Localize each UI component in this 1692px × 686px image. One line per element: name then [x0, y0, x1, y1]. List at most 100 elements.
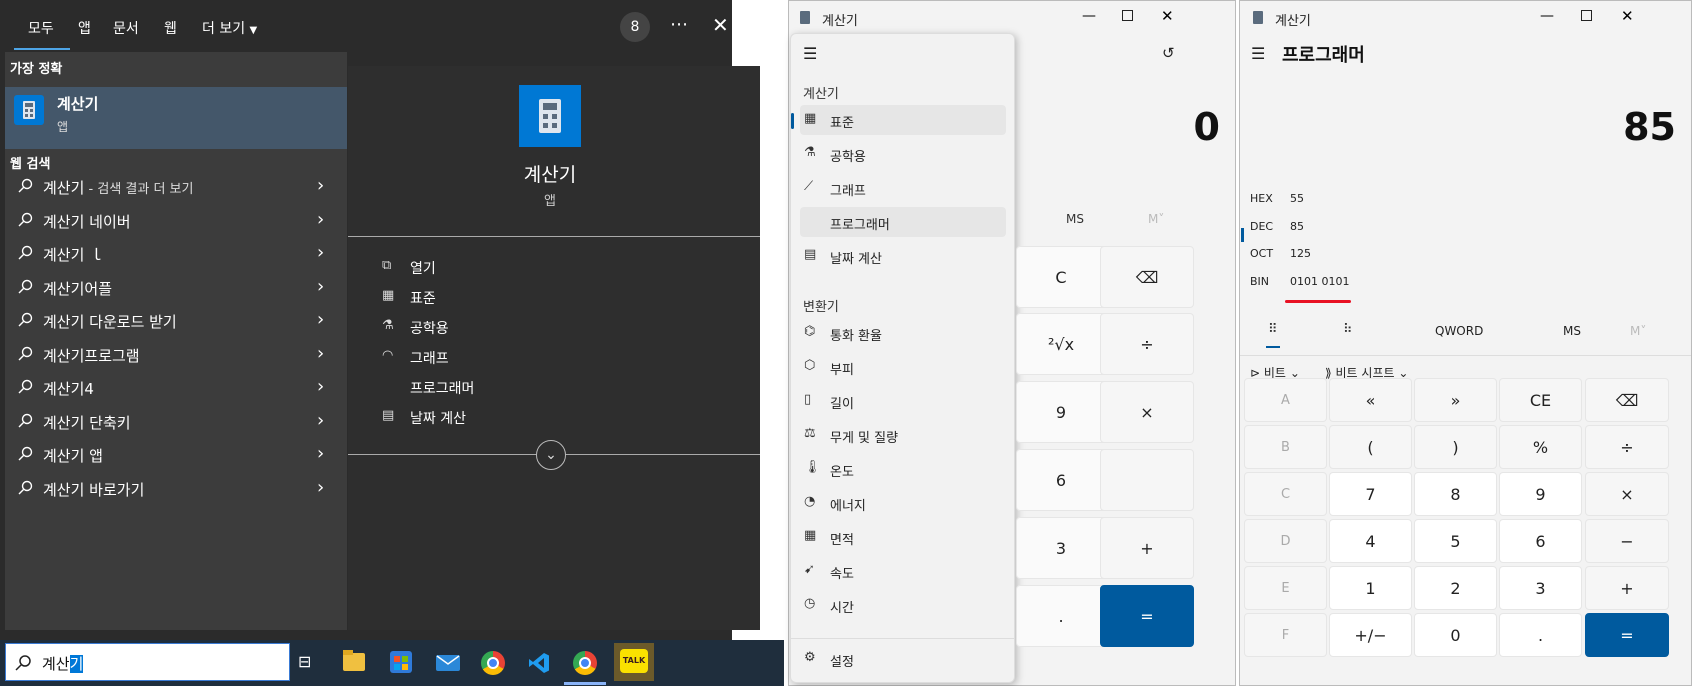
keypad-button[interactable]: 0 [1414, 613, 1497, 657]
keypad-button[interactable]: 4 [1329, 519, 1412, 563]
clear-button[interactable]: C [1016, 246, 1106, 308]
memory-list-button[interactable]: M˅ [1148, 212, 1164, 226]
vscode-icon[interactable] [527, 651, 551, 675]
web-result-item[interactable]: 계산기 단축키 › [5, 404, 347, 438]
menu-item-converter[interactable]: ⬡ 부피 [800, 352, 1006, 382]
keypad-button[interactable]: 5 [1414, 519, 1497, 563]
points-badge[interactable]: 8 [620, 12, 650, 42]
keypad-button[interactable]: × [1585, 472, 1669, 516]
menu-item-graph[interactable]: ⟋ 그래프 [800, 173, 1006, 203]
maximize-button[interactable] [1581, 10, 1592, 21]
file-explorer-icon[interactable] [343, 650, 365, 671]
keypad-button[interactable]: 2 [1414, 566, 1497, 610]
minimize-button[interactable]: — [1082, 8, 1096, 24]
keypad-button[interactable]: E [1244, 566, 1327, 610]
register-hex-label[interactable]: HEX [1250, 192, 1273, 205]
keypad-button[interactable]: « [1329, 378, 1412, 422]
keypad-button[interactable]: C [1244, 472, 1327, 516]
keypad-button[interactable]: ) [1414, 425, 1497, 469]
store-icon[interactable] [390, 651, 412, 673]
menu-item-converter[interactable]: ◷ 시간 [800, 590, 1006, 620]
keypad-button[interactable]: + [1585, 566, 1669, 610]
menu-item-code[interactable]: 프로그래머 [800, 207, 1006, 237]
keypad-button[interactable]: B [1244, 425, 1327, 469]
best-match-item[interactable]: 계산기 앱 [5, 87, 347, 149]
menu-item-converter[interactable]: ⌬ 통화 환율 [800, 318, 1006, 348]
keypad-button[interactable]: % [1499, 425, 1582, 469]
tab-more[interactable]: 더 보기 ▼ [202, 18, 257, 38]
keypad-button[interactable]: 6 [1499, 519, 1582, 563]
menu-item-settings[interactable]: ⚙ 설정 [800, 644, 1006, 674]
menu-item-calculator[interactable]: ▦ 표준 [800, 105, 1006, 135]
decimal-button[interactable]: . [1016, 585, 1106, 647]
keypad-button[interactable]: 8 [1414, 472, 1497, 516]
chrome-profile-icon[interactable] [573, 651, 597, 675]
memory-store-button[interactable]: MS [1563, 324, 1581, 338]
menu-item-converter[interactable]: 🌡 온도 [800, 454, 1006, 484]
web-result-item[interactable]: 계산기프로그램 › [5, 337, 347, 371]
hamburger-icon[interactable]: ☰ [1251, 44, 1265, 63]
close-button[interactable]: ✕ [1161, 7, 1174, 25]
memory-list-button[interactable]: M˅ [1630, 324, 1646, 338]
register-dec-label[interactable]: DEC [1250, 220, 1273, 233]
expand-chevron-icon[interactable]: ⌄ [536, 440, 566, 470]
register-oct-label[interactable]: OCT [1250, 247, 1273, 260]
word-size-button[interactable]: QWORD [1435, 324, 1483, 338]
menu-item-converter[interactable]: ➹ 속도 [800, 556, 1006, 586]
ellipsis-icon[interactable]: ⋯ [670, 14, 688, 35]
add-button[interactable]: + [1100, 517, 1194, 579]
close-button[interactable]: ✕ [1621, 7, 1634, 25]
digit-9-button[interactable]: 9 [1016, 381, 1106, 443]
close-icon[interactable]: ✕ [712, 13, 729, 37]
keypad-button[interactable]: 1 [1329, 566, 1412, 610]
tab-docs[interactable]: 문서 [113, 18, 139, 38]
maximize-button[interactable] [1122, 10, 1133, 21]
web-result-item[interactable]: 계산기어플 › [5, 270, 347, 304]
keypad-button[interactable]: = [1585, 613, 1669, 657]
keypad-button[interactable]: ( [1329, 425, 1412, 469]
keypad-button[interactable]: ÷ [1585, 425, 1669, 469]
search-input[interactable]: 계산기 [5, 643, 290, 681]
web-result-item[interactable]: 계산기 - 검색 결과 더 보기 › [5, 169, 347, 203]
menu-item-converter[interactable]: ▦ 면적 [800, 522, 1006, 552]
web-result-item[interactable]: 계산기 바로가기 › [5, 471, 347, 505]
hamburger-icon[interactable]: ☰ [803, 44, 817, 63]
tab-web[interactable]: 웹 [164, 18, 177, 38]
equals-button[interactable]: = [1100, 585, 1194, 647]
web-result-item[interactable]: 계산기 ｌ › [5, 236, 347, 270]
menu-item-converter[interactable]: ◔ 에너지 [800, 488, 1006, 518]
sqrt-button[interactable]: ²√x [1016, 313, 1106, 375]
keypad-button[interactable]: ⌫ [1585, 378, 1669, 422]
digit-3-button[interactable]: 3 [1016, 517, 1106, 579]
web-result-item[interactable]: 계산기 다운로드 받기 › [5, 303, 347, 337]
keypad-button[interactable]: +/− [1329, 613, 1412, 657]
menu-item-calendar[interactable]: ▤ 날짜 계산 [800, 241, 1006, 271]
web-result-item[interactable]: 계산기 네이버 › [5, 203, 347, 237]
menu-item-converter[interactable]: ▯ 길이 [800, 386, 1006, 416]
register-bin-label[interactable]: BIN [1250, 275, 1269, 288]
keypad-full-icon[interactable]: ⠿ [1268, 322, 1278, 337]
keypad-button[interactable]: 3 [1499, 566, 1582, 610]
backspace-button[interactable]: ⌫ [1100, 246, 1194, 308]
history-icon[interactable]: ↺ [1162, 44, 1175, 62]
web-result-item[interactable]: 계산기 앱 › [5, 437, 347, 471]
minimize-button[interactable]: — [1540, 8, 1554, 24]
keypad-button[interactable]: D [1244, 519, 1327, 563]
bit-toggle-icon[interactable]: ⠷ [1343, 322, 1353, 337]
divide-button[interactable]: ÷ [1100, 313, 1194, 375]
memory-store-button[interactable]: MS [1066, 212, 1084, 226]
menu-item-flask[interactable]: ⚗ 공학용 [800, 139, 1006, 169]
task-view-icon[interactable]: ⊟ [298, 652, 318, 672]
keypad-button[interactable]: F [1244, 613, 1327, 657]
tab-apps[interactable]: 앱 [78, 18, 91, 38]
kakaotalk-icon[interactable]: TALK [614, 643, 654, 681]
menu-item-converter[interactable]: ⚖ 무게 및 질량 [800, 420, 1006, 450]
keypad-button[interactable]: . [1499, 613, 1582, 657]
web-result-item[interactable]: 계산기4 › [5, 370, 347, 404]
keypad-button[interactable]: » [1414, 378, 1497, 422]
mail-icon[interactable] [436, 655, 460, 671]
digit-6-button[interactable]: 6 [1016, 449, 1106, 511]
keypad-button[interactable]: 7 [1329, 472, 1412, 516]
chrome-icon[interactable] [481, 651, 505, 675]
keypad-button[interactable]: A [1244, 378, 1327, 422]
